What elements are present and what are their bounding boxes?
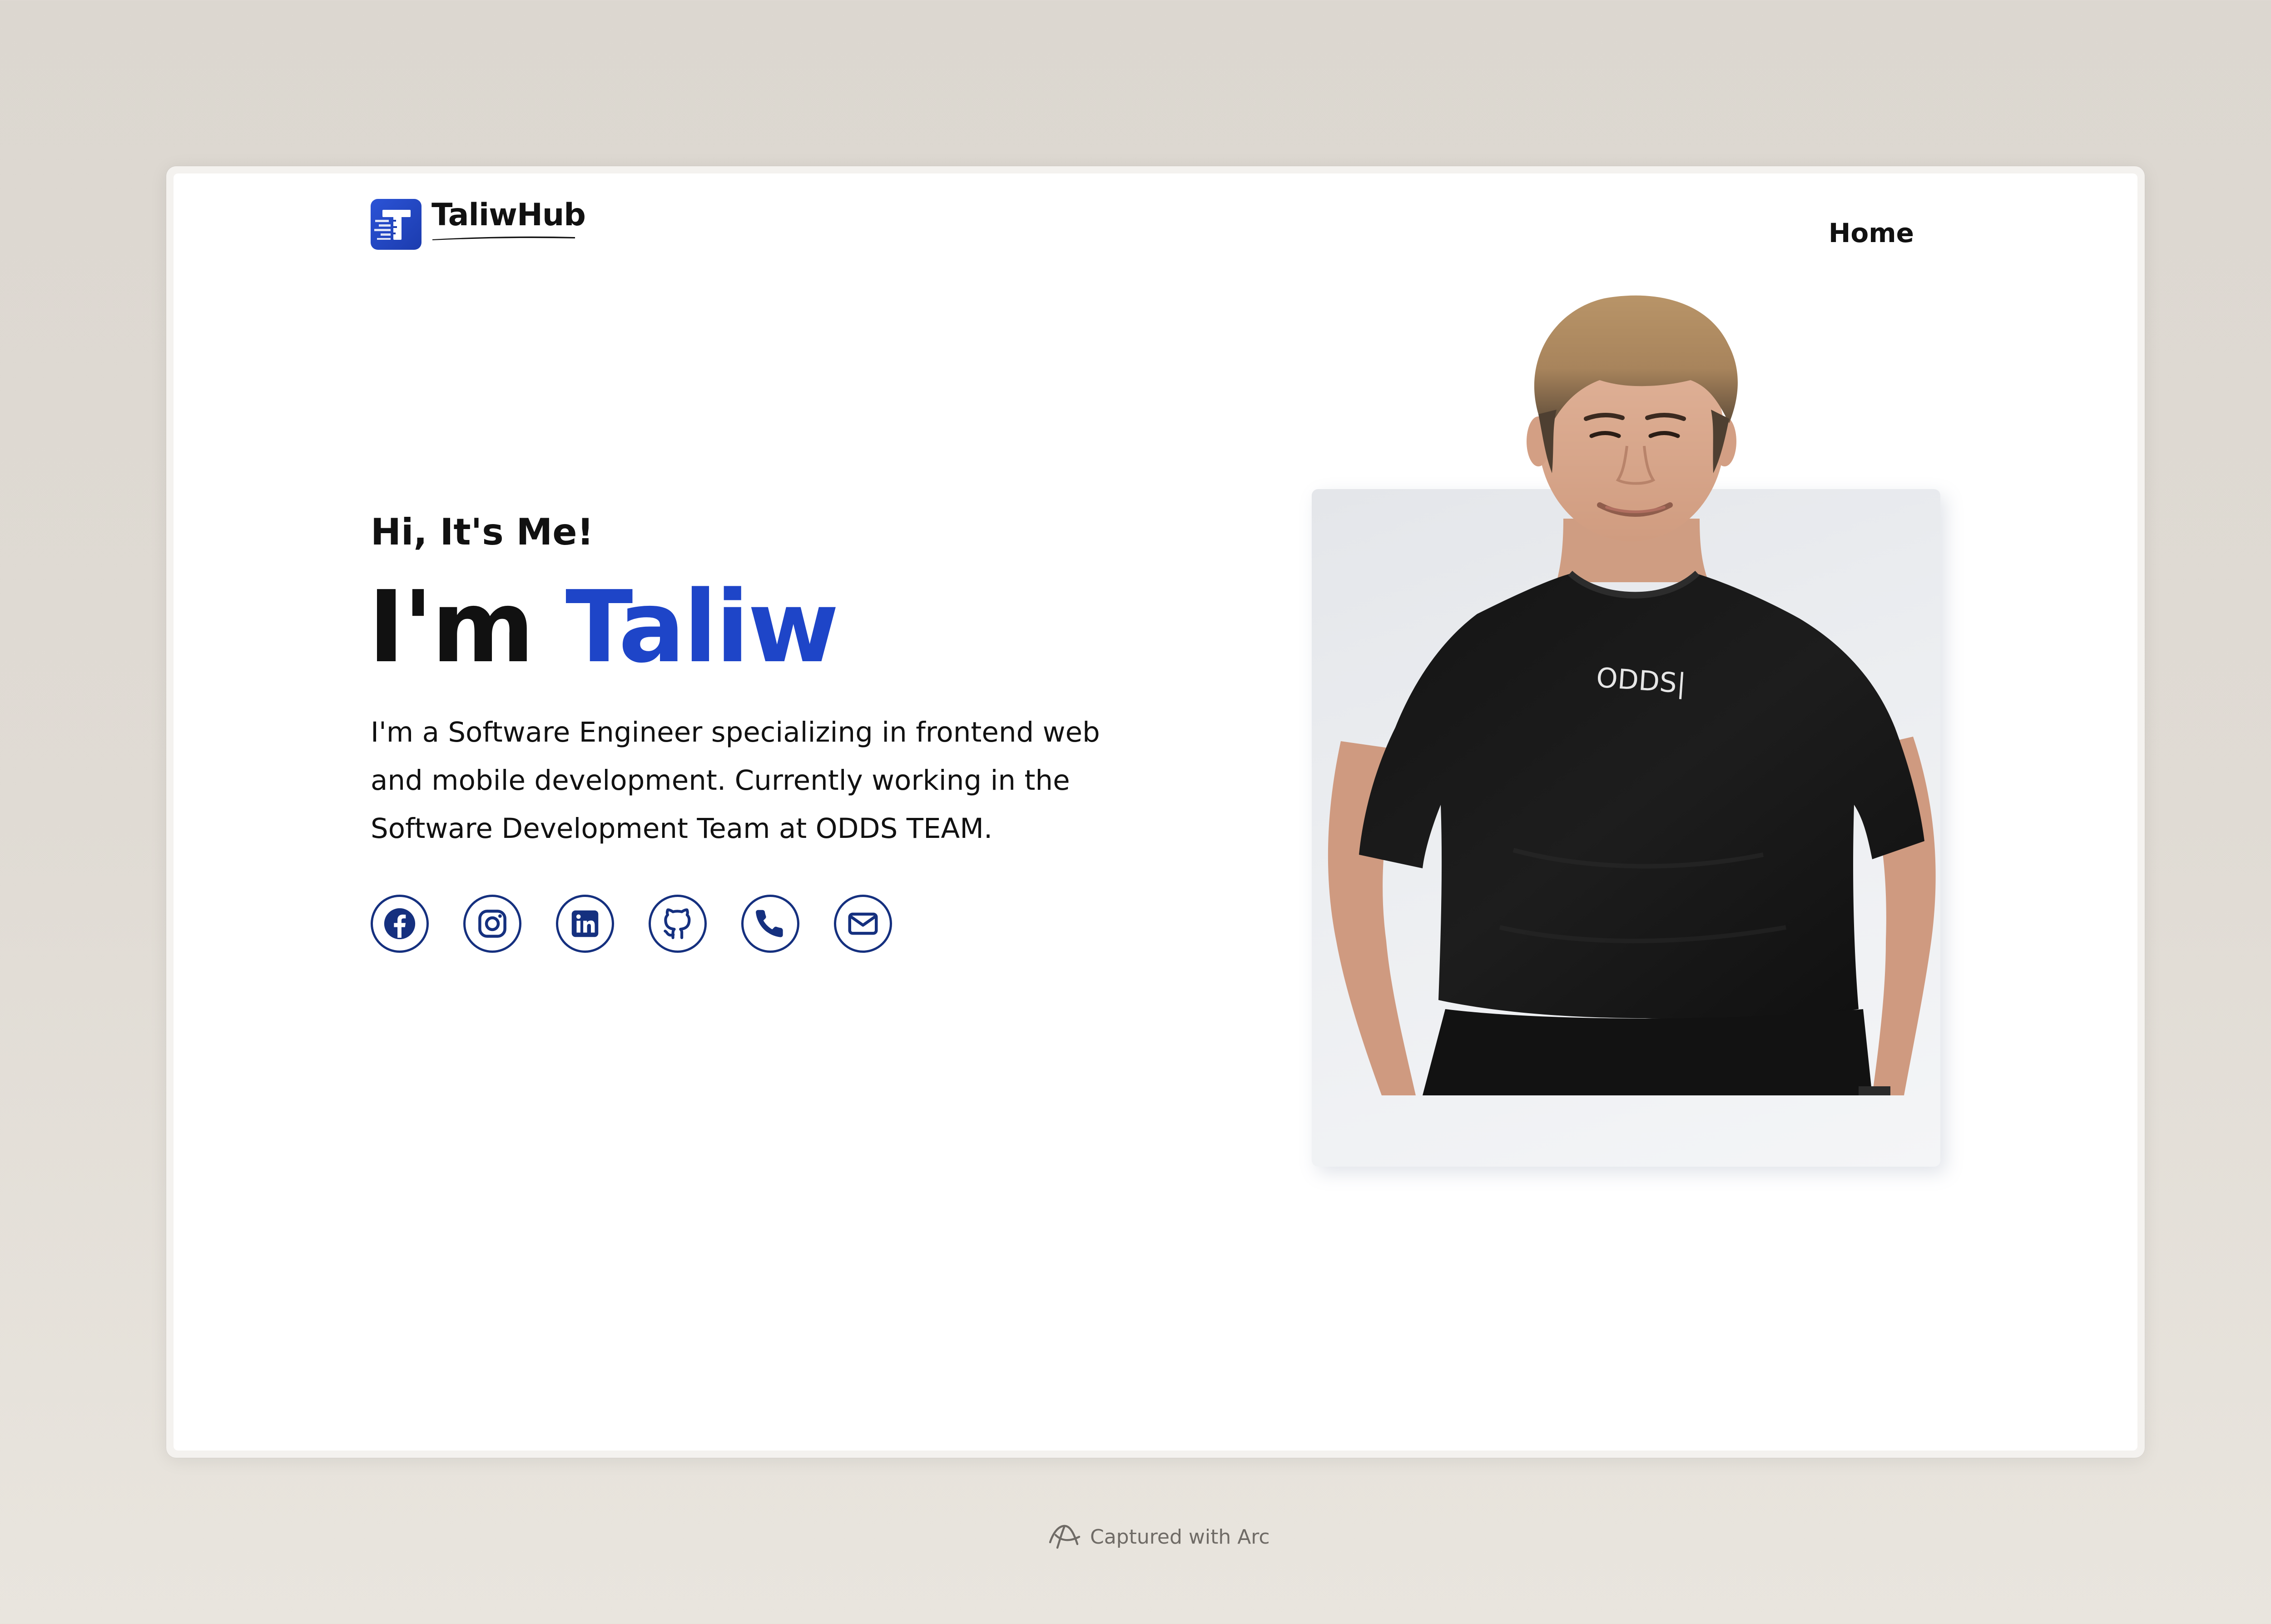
logo-wordmark: TaliwHub xyxy=(431,197,586,240)
facebook-link[interactable] xyxy=(371,895,429,953)
arc-logo-icon xyxy=(1049,1525,1081,1549)
phone-icon xyxy=(756,910,783,937)
logo-link[interactable]: TaliwHub xyxy=(371,197,586,250)
caption-text: Captured with Arc xyxy=(1090,1525,1270,1549)
phone-link[interactable] xyxy=(741,895,799,953)
mail-icon xyxy=(848,912,878,935)
facebook-icon xyxy=(384,908,416,940)
github-link[interactable] xyxy=(649,895,707,953)
instagram-icon xyxy=(478,910,506,938)
browser-window: TaliwHub Home Hi, It's Me! I'm Taliw I'm… xyxy=(166,166,2145,1458)
github-icon xyxy=(664,908,691,939)
portfolio-page: TaliwHub Home Hi, It's Me! I'm Taliw I'm… xyxy=(174,173,2137,1451)
logo-text: TaliwHub xyxy=(431,197,586,233)
profile-photo: ODDS| xyxy=(1328,295,1936,1095)
shirt-text: ODDS| xyxy=(1595,662,1687,700)
linkedin-link[interactable] xyxy=(556,895,614,953)
linkedin-icon xyxy=(571,910,599,937)
instagram-link[interactable] xyxy=(463,895,521,953)
hero-headline: I'm Taliw xyxy=(368,570,839,685)
nav-home[interactable]: Home xyxy=(1829,217,1914,249)
headline-prefix: I'm xyxy=(368,570,565,685)
social-links xyxy=(371,895,892,953)
mail-link[interactable] xyxy=(834,895,892,953)
capture-caption: Captured with Arc xyxy=(1046,1522,1270,1551)
logo-underline xyxy=(432,236,575,240)
hero-description: I'm a Software Engineer specializing in … xyxy=(371,716,1100,845)
hero-greeting: Hi, It's Me! xyxy=(371,511,594,553)
logo-icon xyxy=(371,199,421,250)
headline-name: Taliw xyxy=(565,570,839,685)
